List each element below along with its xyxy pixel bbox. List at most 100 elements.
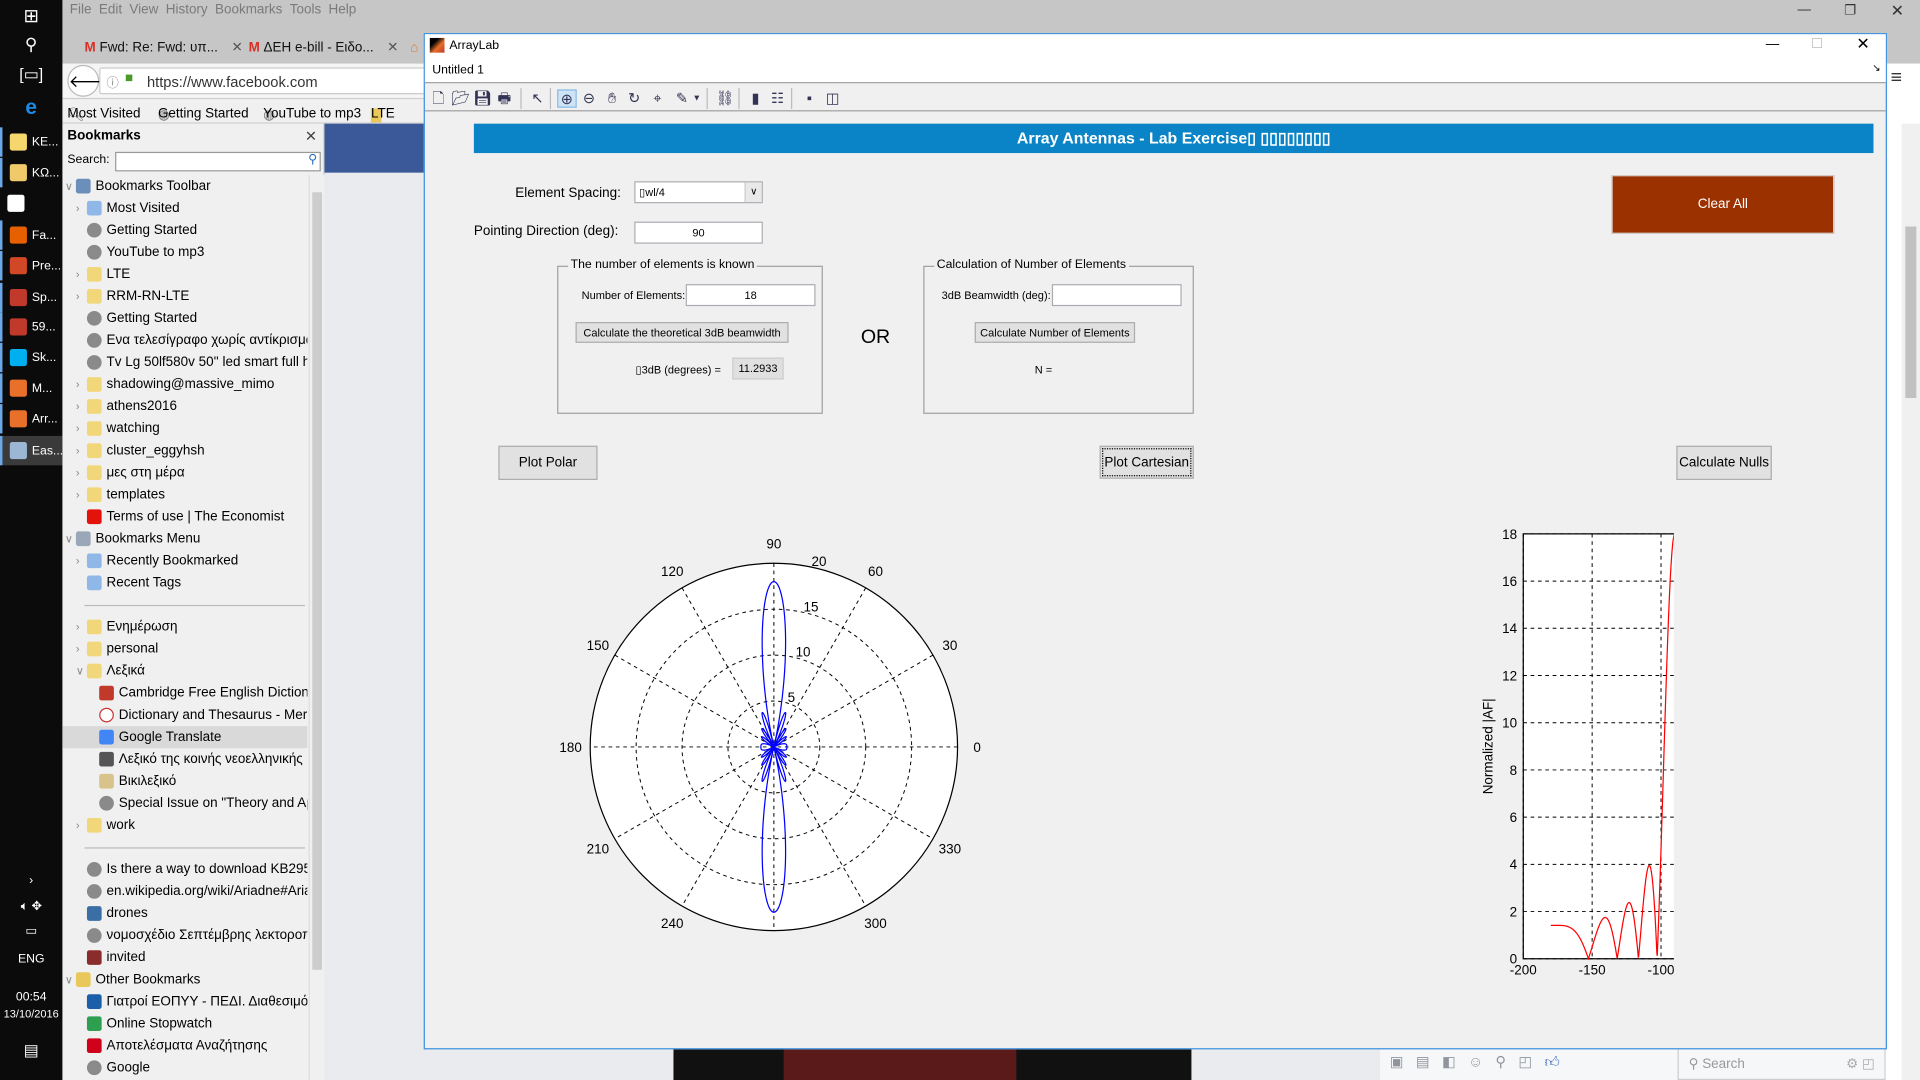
chevron-right-icon[interactable]: › (76, 285, 80, 307)
menu-tools[interactable]: Tools (290, 0, 321, 21)
notification-icon[interactable]: ▤ (0, 1041, 62, 1061)
close-icon[interactable]: ✕ (1891, 1, 1904, 21)
bookmark-tree-item[interactable]: › watching (62, 418, 307, 440)
chevron-down-icon[interactable]: ∨ (744, 182, 762, 203)
volume-icon[interactable]: 🔈︎ ✥ (0, 900, 62, 913)
bookmark-tree-item[interactable]: νομοσχέδιο Σεπτέμβρης λεκτοροπ... (62, 924, 307, 946)
bookmark-tree-item[interactable]: Online Stopwatch (62, 1013, 307, 1035)
brush-icon[interactable]: ✎ (672, 89, 692, 107)
bookmark-tree-item[interactable]: Cambridge Free English Dictionar... (62, 682, 307, 704)
bookmark-tree-item[interactable]: › μες στη μέρα (62, 462, 307, 484)
close-tab-icon[interactable]: ✕ (231, 40, 242, 55)
hamburger-menu-icon[interactable]: ≡ (1891, 67, 1902, 89)
hide-plot-tools-icon[interactable]: ▪ (800, 89, 820, 107)
calculate-elements-button[interactable]: Calculate Number of Elements (974, 322, 1136, 343)
number-of-elements-input[interactable]: 18 (685, 284, 816, 307)
calculate-beamwidth-button[interactable]: Calculate the theoretical 3dB beamwidth (575, 322, 789, 343)
bookmark-tree-item[interactable]: Recent Tags (62, 572, 307, 594)
url-text[interactable]: https://www.facebook.com (147, 73, 318, 90)
menu-edit[interactable]: Edit (99, 0, 122, 21)
chevron-right-icon[interactable]: › (76, 484, 80, 506)
sidebar-search-input[interactable]: ⚲ (115, 151, 321, 172)
bookmark-tree-item[interactable]: drones (62, 902, 307, 924)
bookmark-tree-item[interactable]: Terms of use | The Economist (62, 506, 307, 528)
chevron-down-icon[interactable]: ∨ (76, 660, 84, 682)
page-scrollbar[interactable] (1901, 123, 1920, 1080)
scrollbar-thumb[interactable] (312, 192, 323, 970)
info-icon[interactable]: ⓘ (107, 72, 119, 90)
zoom-in-icon[interactable]: ⊕ (557, 89, 577, 108)
bookmark-tree-item[interactable]: Is there a way to download KB29526... (62, 858, 307, 880)
chevron-right-icon[interactable]: › (76, 462, 80, 484)
bookmark-tree-item[interactable]: Google (62, 1057, 307, 1079)
new-file-icon[interactable]: 🗋 (429, 89, 449, 107)
sidebar-scrollbar[interactable] (308, 175, 325, 1080)
bookmark-tree-item[interactable]: ∨ Bookmarks Menu (62, 528, 307, 550)
chevron-right-icon[interactable]: › (76, 396, 80, 418)
close-tab-icon[interactable]: ✕ (387, 40, 398, 55)
document-tab[interactable]: Untitled 1 (432, 64, 484, 77)
edge-icon[interactable]: e (0, 96, 62, 120)
chevron-right-icon[interactable]: › (76, 263, 80, 285)
save-icon[interactable]: 💾︎ (473, 89, 493, 107)
menu-bookmarks[interactable]: Bookmarks (215, 0, 282, 21)
bookmark-tree-item[interactable]: › templates (62, 484, 307, 506)
taskbar-app[interactable]: 59... (0, 312, 62, 342)
chevron-down-icon[interactable]: ∨ (65, 175, 73, 197)
back-button[interactable]: 🡐 (67, 64, 115, 97)
chevron-right-icon[interactable]: › (76, 638, 80, 660)
taskbar-app[interactable]: Arr... (0, 404, 62, 434)
chat-compose-toolbar[interactable]: ▣▤◧☺⚲◰👍︎ (1380, 1046, 1678, 1080)
taskbar-app[interactable]: Pre... (0, 251, 62, 281)
show-plot-tools-icon[interactable]: ◫ (823, 89, 843, 107)
bookmark-tree-item[interactable]: › cluster_eggyhsh (62, 440, 307, 462)
taskbar-app[interactable]: Sk... (0, 342, 62, 373)
settings-icon[interactable]: ⚙ ◰ (1846, 1056, 1875, 1072)
bookmark-tree-item[interactable]: › RRM-RN-LTE (62, 285, 307, 307)
bookmark-tree-item[interactable]: ∨ Other Bookmarks (62, 969, 307, 991)
clock-time[interactable]: 00:54 (0, 991, 62, 1004)
minimize-icon[interactable]: — (1798, 2, 1811, 17)
pan-icon[interactable]: ✋︎ (602, 89, 622, 107)
menu-file[interactable]: File (70, 0, 92, 21)
language-indicator[interactable]: ENG (0, 953, 62, 966)
close-icon[interactable]: ✕ (1856, 34, 1869, 54)
restore-icon[interactable]: ❐ (1844, 2, 1856, 19)
home-tab-icon[interactable]: ⌂ (410, 33, 418, 62)
bookmark-tree-item[interactable]: Special Issue on "Theory and App... (62, 792, 307, 814)
plot-polar-button[interactable]: Plot Polar (498, 445, 598, 481)
bookmark-tree-item[interactable]: › shadowing@massive_mimo (62, 373, 307, 395)
chevron-right-icon[interactable]: › (76, 550, 80, 572)
taskbar-app[interactable]: KE... (0, 127, 62, 157)
plot-cartesian-button[interactable]: Plot Cartesian (1099, 445, 1194, 479)
chevron-right-icon[interactable]: › (76, 440, 80, 462)
bookmark-tree-item[interactable]: › personal (62, 638, 307, 660)
network-icon[interactable]: ▭ (0, 924, 62, 937)
bookmark-tree-item[interactable]: ∨ Bookmarks Toolbar (62, 175, 307, 197)
zoom-out-icon[interactable]: ⊖ (579, 89, 599, 107)
video-thumbnail[interactable] (673, 1046, 1192, 1080)
link-plot-icon[interactable]: ⛓︎ (715, 89, 735, 107)
bookmark-tree-item[interactable]: › Ενημέρωση (62, 616, 307, 638)
chevron-right-icon[interactable]: › (76, 814, 80, 836)
menu-view[interactable]: View (129, 0, 158, 21)
colorbar-icon[interactable]: ▮ (746, 89, 766, 107)
tab-deh-ebill[interactable]: M ΔΕΗ e-bill - Ειδο... ✕ (249, 33, 399, 62)
clear-all-button[interactable]: Clear All (1611, 175, 1835, 234)
scrollbar-thumb[interactable] (1905, 226, 1917, 398)
menu-history[interactable]: History (166, 0, 208, 21)
bookmark-tree-item[interactable]: Βικιλεξικό (62, 770, 307, 792)
beamwidth-input[interactable] (1051, 284, 1182, 307)
bookmark-tree-item[interactable]: Tv Lg 50lf580v 50'' led smart full hd ..… (62, 351, 307, 373)
taskbar-app[interactable]: Eas... (0, 435, 63, 466)
pointer-icon[interactable]: ↖ (528, 89, 548, 107)
undock-arrow-icon[interactable]: ↘ (1872, 62, 1880, 73)
bookmark-tree-item[interactable]: Google Translate (62, 726, 308, 749)
element-spacing-select[interactable]: ▯wl/4 ∨ (634, 181, 763, 204)
taskbar-app[interactable]: M... (0, 373, 62, 403)
open-file-icon[interactable]: 📂︎ (451, 89, 471, 107)
like-icon[interactable]: 👍︎ (1545, 1053, 1573, 1070)
chevron-right-icon[interactable]: › (76, 197, 80, 219)
taskbar-app[interactable]: ΚΩ... (0, 157, 62, 188)
bookmark-tree-item[interactable]: Dictionary and Thesaurus - Merri... (62, 704, 307, 726)
